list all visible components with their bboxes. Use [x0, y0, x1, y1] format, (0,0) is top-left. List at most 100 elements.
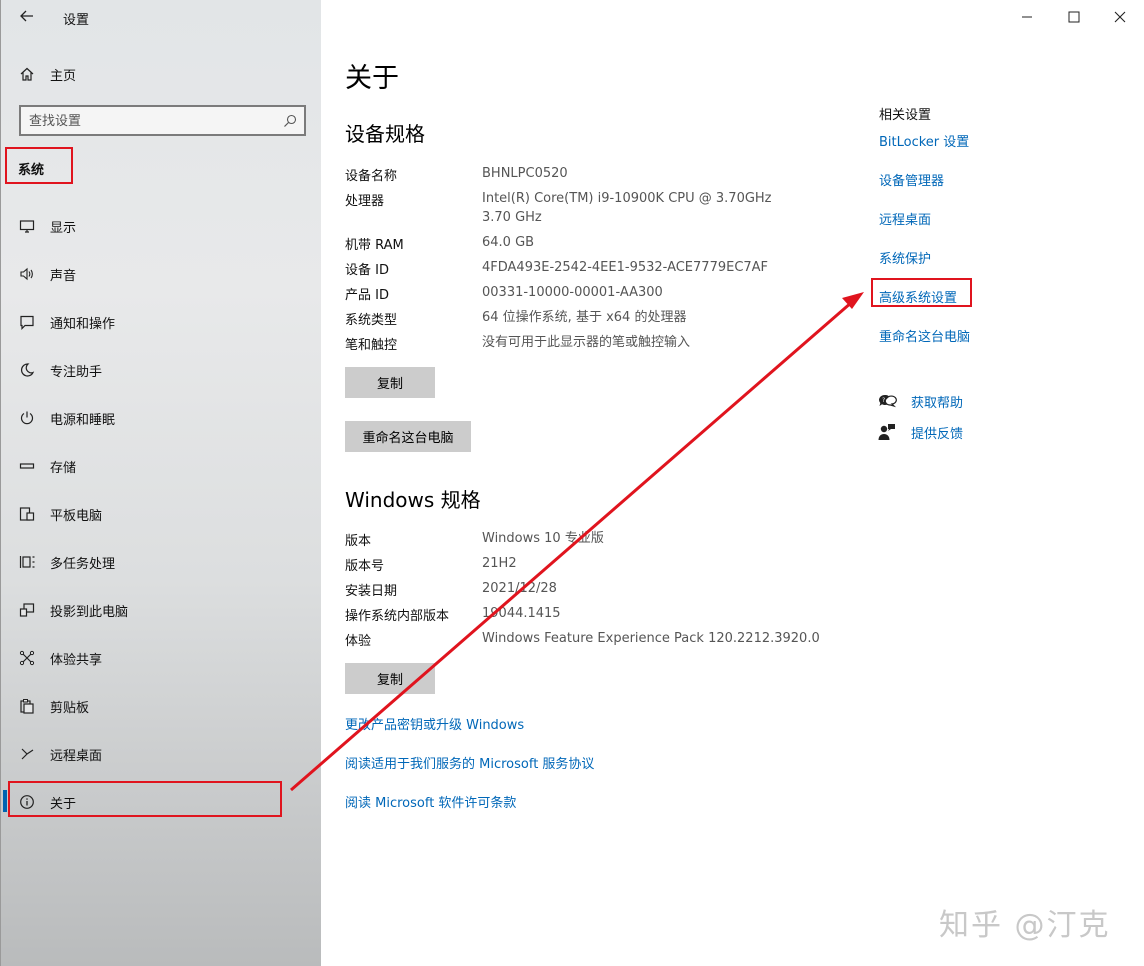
spec-key: 设备名称 — [345, 169, 398, 184]
sidebar-item-storage[interactable]: 存储 — [1, 446, 322, 486]
spec-value: 19044.1415 — [482, 606, 561, 621]
feedback-person-icon — [877, 422, 897, 442]
moon-icon — [18, 361, 36, 379]
sidebar-item-label: 专注助手 — [50, 364, 103, 380]
home-icon — [18, 65, 36, 83]
get-help-label: 获取帮助 — [911, 395, 964, 411]
sidebar-item-clipboard[interactable]: 剪贴板 — [1, 686, 322, 726]
main-content: 关于 设备规格 设备名称 BHNLPC0520 处理器 Intel(R) Cor… — [321, 0, 1144, 966]
app-title: 设置 — [63, 13, 90, 28]
spec-value: 64 位操作系统, 基于 x64 的处理器 — [482, 310, 687, 325]
sidebar-item-label: 存储 — [50, 460, 77, 476]
bitlocker-settings-link[interactable]: BitLocker 设置 — [879, 131, 969, 150]
back-arrow-icon[interactable] — [19, 8, 35, 24]
device-spec-heading: 设备规格 — [345, 122, 425, 146]
title-bar: 设置 — [1, 0, 322, 34]
rename-pc-link[interactable]: 重命名这台电脑 — [879, 326, 970, 345]
storage-icon — [18, 457, 36, 475]
sidebar-item-multitasking[interactable]: 多任务处理 — [1, 542, 322, 582]
spec-value: 64.0 GB — [482, 235, 535, 250]
sidebar-item-label: 显示 — [50, 220, 77, 236]
spec-value: 2021/12/28 — [482, 581, 557, 596]
sidebar-item-display[interactable]: 显示 — [1, 206, 322, 246]
sidebar-item-power[interactable]: 电源和睡眠 — [1, 398, 322, 438]
change-product-key-link[interactable]: 更改产品密钥或升级 Windows — [345, 714, 524, 733]
get-help-row[interactable]: ? 获取帮助 — [877, 391, 963, 411]
give-feedback-label: 提供反馈 — [911, 426, 964, 442]
svg-text:?: ? — [882, 397, 885, 404]
monitor-icon — [18, 217, 36, 235]
sidebar-item-sound[interactable]: 声音 — [1, 254, 322, 294]
sidebar-item-label: 剪贴板 — [50, 700, 90, 716]
sidebar-item-home[interactable]: 主页 — [1, 54, 322, 94]
related-settings-heading: 相关设置 — [879, 108, 932, 123]
sidebar-item-focus-assist[interactable]: 专注助手 — [1, 350, 322, 390]
sidebar-item-project[interactable]: 投影到此电脑 — [1, 590, 322, 630]
spec-key: 体验 — [345, 634, 372, 649]
sidebar: 设置 主页 系统 显示 声音 通知和操作 专注助手 — [0, 0, 321, 966]
spec-key: 处理器 — [345, 194, 385, 209]
spec-key: 操作系统内部版本 — [345, 609, 450, 624]
spec-value: 21H2 — [482, 556, 517, 571]
search-box[interactable] — [19, 105, 306, 136]
service-agreement-link[interactable]: 阅读适用于我们服务的 Microsoft 服务协议 — [345, 753, 594, 772]
spec-key: 笔和触控 — [345, 338, 398, 353]
speaker-icon — [18, 265, 36, 283]
help-chat-icon: ? — [877, 391, 897, 411]
sidebar-item-label: 多任务处理 — [50, 556, 116, 572]
sidebar-item-label: 电源和睡眠 — [50, 412, 116, 428]
power-icon — [18, 409, 36, 427]
project-icon — [18, 601, 36, 619]
spec-key: 机带 RAM — [345, 238, 404, 253]
sidebar-item-notifications[interactable]: 通知和操作 — [1, 302, 322, 342]
copy-windows-spec-button[interactable]: 复制 — [345, 663, 435, 694]
multitask-icon — [18, 553, 36, 571]
sidebar-item-label: 投影到此电脑 — [50, 604, 129, 620]
sidebar-item-tablet[interactable]: 平板电脑 — [1, 494, 322, 534]
close-icon[interactable] — [1109, 6, 1131, 28]
notification-icon — [18, 313, 36, 331]
spec-value: 4FDA493E-2542-4EE1-9532-ACE7779EC7AF — [482, 260, 769, 275]
spec-value: Intel(R) Core(TM) i9-10900K CPU @ 3.70GH… — [482, 191, 772, 225]
windows-spec-heading: Windows 规格 — [345, 488, 481, 512]
license-terms-link[interactable]: 阅读 Microsoft 软件许可条款 — [345, 792, 516, 811]
minimize-icon[interactable] — [1016, 6, 1038, 28]
sidebar-item-label: 平板电脑 — [50, 508, 103, 524]
spec-key: 系统类型 — [345, 313, 398, 328]
remote-desktop-link[interactable]: 远程桌面 — [879, 209, 931, 228]
spec-key: 产品 ID — [345, 288, 389, 303]
maximize-icon[interactable] — [1063, 6, 1085, 28]
remote-desktop-icon — [18, 745, 36, 763]
spec-value: 00331-10000-00001-AA300 — [482, 285, 663, 300]
page-title: 关于 — [345, 63, 399, 94]
spec-value: Windows Feature Experience Pack 120.2212… — [482, 631, 820, 646]
spec-key: 安装日期 — [345, 584, 398, 599]
highlight-box-system — [5, 147, 73, 184]
spec-key: 版本号 — [345, 559, 385, 574]
spec-key: 设备 ID — [345, 263, 389, 278]
copy-device-spec-button[interactable]: 复制 — [345, 367, 435, 398]
active-indicator — [3, 790, 7, 812]
give-feedback-row[interactable]: 提供反馈 — [877, 422, 963, 442]
rename-pc-button[interactable]: 重命名这台电脑 — [345, 421, 471, 452]
sidebar-item-shared-experiences[interactable]: 体验共享 — [1, 638, 322, 678]
spec-value: BHNLPC0520 — [482, 166, 568, 181]
search-input[interactable] — [29, 111, 269, 131]
device-manager-link[interactable]: 设备管理器 — [879, 170, 944, 189]
system-protection-link[interactable]: 系统保护 — [879, 248, 931, 267]
sidebar-item-label: 声音 — [50, 268, 77, 284]
highlight-box-advanced-settings — [871, 278, 972, 307]
sidebar-item-label: 主页 — [50, 68, 77, 84]
highlight-box-about — [8, 781, 282, 817]
tablet-icon — [18, 505, 36, 523]
search-icon[interactable] — [283, 113, 297, 127]
spec-value: Windows 10 专业版 — [482, 531, 604, 546]
sidebar-item-remote-desktop[interactable]: 远程桌面 — [1, 734, 322, 774]
share-icon — [18, 649, 36, 667]
sidebar-item-label: 远程桌面 — [50, 748, 103, 764]
sidebar-item-label: 通知和操作 — [50, 316, 116, 332]
watermark: 知乎 @汀克 — [939, 908, 1111, 943]
spec-value: 没有可用于此显示器的笔或触控输入 — [482, 335, 691, 350]
sidebar-item-label: 体验共享 — [50, 652, 103, 668]
spec-key: 版本 — [345, 534, 372, 549]
